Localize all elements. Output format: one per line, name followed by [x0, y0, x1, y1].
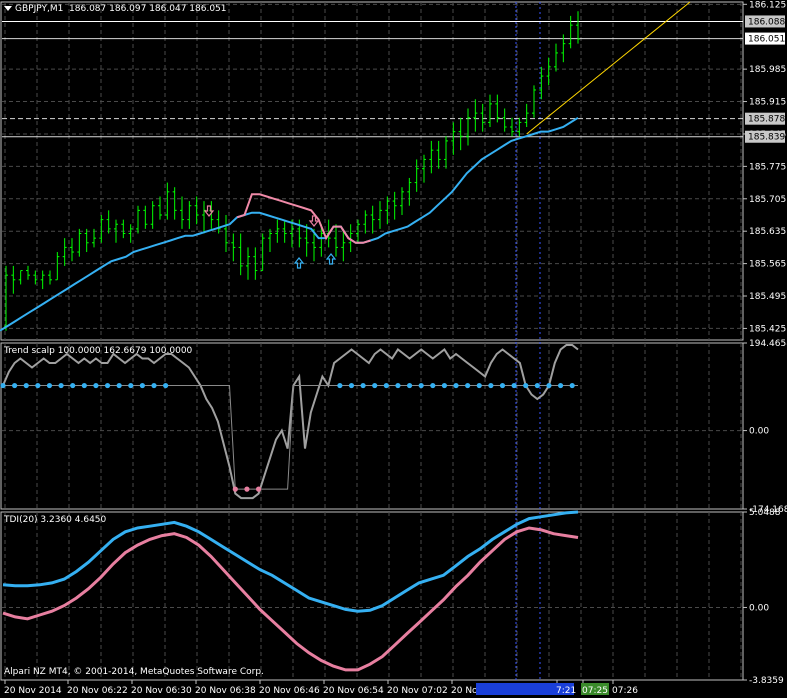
trend-up-dot — [372, 382, 378, 389]
trend-up-dot — [12, 382, 18, 389]
trend-up-dot — [139, 382, 145, 389]
y-tick-label: 5.0488 — [749, 508, 781, 518]
trend-up-dot — [360, 382, 366, 389]
price-tag-label: 186.051 — [748, 35, 785, 45]
trend-up-dot — [151, 382, 157, 389]
trend-up-dot — [93, 382, 99, 389]
trend-up-dot — [557, 382, 564, 389]
trend-up-dot — [70, 382, 76, 389]
y-tick-label: 185.565 — [749, 260, 786, 270]
copyright-text: Alpari NZ MT4, © 2001-2014, MetaQuotes S… — [4, 667, 264, 677]
trend-up-dot — [35, 382, 41, 389]
trend-up-dot — [499, 382, 506, 389]
trend-down-dot — [244, 486, 250, 492]
trend-up-dot — [58, 382, 64, 389]
price-tag-label: 185.839 — [748, 133, 785, 143]
trend-up-dot — [81, 382, 87, 389]
trend-up-dot — [569, 382, 575, 389]
x-tick-label: 7:21 — [556, 686, 576, 696]
trend-down-dot — [232, 486, 238, 492]
trend-up-dot — [116, 382, 122, 389]
trend-up-dot — [534, 382, 540, 389]
y-tick-label: 185.635 — [749, 227, 786, 237]
trend-up-dot — [476, 382, 482, 389]
y-tick-label: 0.00 — [749, 427, 769, 437]
x-tick-label: 20 Nov 06:38 — [195, 686, 256, 696]
trend-up-dot — [441, 382, 448, 389]
trend-scalp-title: Trend scalp 100.0000 162.6679 100.0000 — [4, 346, 193, 356]
symbol-header: GBPJPY,M1 186.087 186.097 186.047 186.05… — [4, 4, 227, 14]
trend-up-dot — [406, 382, 413, 389]
price-tag-label: 185.878 — [748, 115, 785, 125]
x-tick-label: 20 Nov 07:02 — [387, 686, 448, 696]
y-tick-label: 194.4658 — [749, 339, 787, 349]
trend-up-dot — [0, 382, 6, 389]
trend-up-dot — [337, 382, 343, 389]
y-tick-label: 185.775 — [749, 162, 786, 172]
trend-up-dot — [163, 382, 169, 389]
trend-up-dot — [383, 382, 389, 389]
trend-up-dot — [46, 382, 53, 389]
trend-down-dot — [255, 486, 262, 492]
price-tag-label: 186.088 — [748, 17, 785, 27]
trend-up-dot — [418, 382, 424, 389]
x-tick-label: 07:26 — [612, 686, 638, 696]
y-tick-label: 185.705 — [749, 195, 786, 205]
trend-up-dot — [546, 382, 552, 389]
trend-up-dot — [128, 382, 134, 389]
trend-up-dot — [104, 382, 111, 389]
trend-up-dot — [348, 382, 355, 389]
x-tick-label: 20 Nov 2014 — [4, 686, 62, 696]
y-tick-label: -3.8359 — [749, 676, 784, 686]
y-tick-label: 185.425 — [749, 324, 786, 334]
y-tick-label: 0.00 — [749, 603, 769, 613]
y-tick-label: 186.125 — [749, 0, 786, 10]
x-tick-label: 20 Nov 06:30 — [131, 686, 192, 696]
trend-up-dot — [430, 382, 436, 389]
trend-up-dot — [523, 382, 529, 389]
x-tick-label: 20 Nov 06:46 — [259, 686, 320, 696]
y-tick-label: 185.915 — [749, 98, 786, 108]
trend-up-dot — [511, 382, 517, 389]
x-tick-label: 07:25 — [582, 686, 608, 696]
ohlc-values: 186.087 186.097 186.047 186.051 — [69, 4, 227, 14]
symbol-title: GBPJPY,M1 — [15, 4, 64, 14]
dropdown-arrow-icon[interactable] — [4, 6, 12, 11]
trend-up-dot — [488, 382, 494, 389]
x-tick-label: 20 Nov 06:54 — [323, 686, 384, 696]
trend-up-dot — [23, 382, 29, 389]
tdi-title: TDI(20) 3.2360 4.6450 — [4, 515, 107, 525]
y-tick-label: 185.495 — [749, 292, 786, 302]
x-tick-label: 20 Nov 06:22 — [67, 686, 128, 696]
y-tick-label: 185.985 — [749, 65, 786, 75]
trend-up-dot — [453, 382, 459, 389]
trend-up-dot — [465, 382, 471, 389]
trend-up-dot — [395, 382, 401, 389]
